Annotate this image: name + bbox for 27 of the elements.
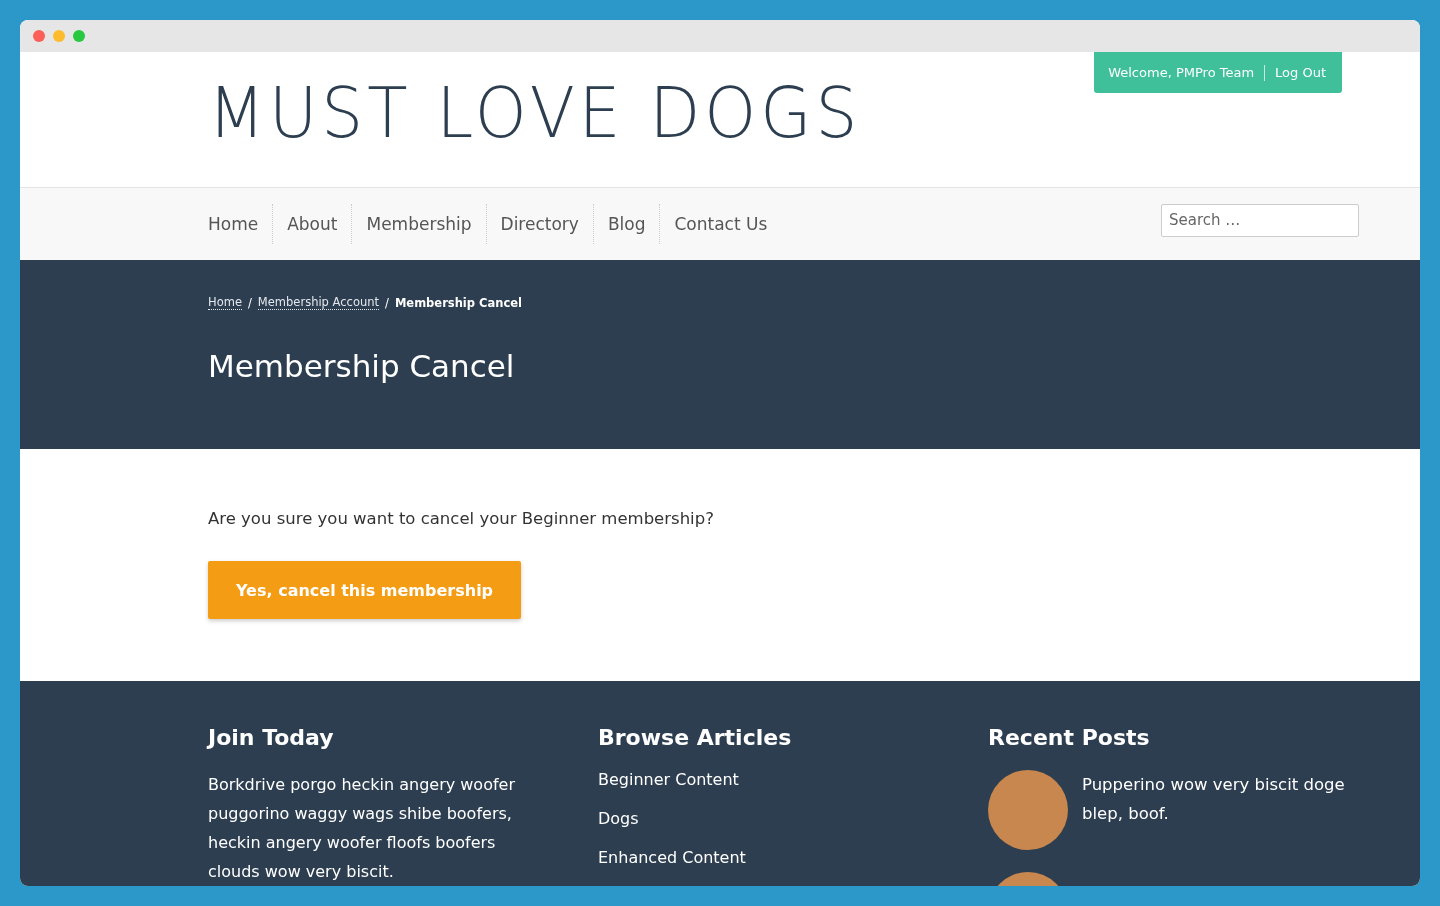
minimize-icon[interactable] [53,30,65,42]
close-icon[interactable] [33,30,45,42]
search-field[interactable]: Search … [1161,203,1359,237]
footer-heading: Recent Posts [988,725,1151,750]
footer-heading: Browse Articles [598,725,793,750]
breadcrumb-separator: / [385,295,389,310]
breadcrumb-separator: / [247,295,252,310]
nav-link[interactable]: Home [208,204,273,244]
site-logo[interactable]: MUST LOVE DOGS [208,76,862,153]
nav-link[interactable]: Membership [351,204,486,244]
breadcrumb-link[interactable]: Home [208,295,242,310]
nav-link[interactable]: Blog [592,204,660,244]
category-link[interactable]: Dogs [598,799,988,838]
category-link[interactable]: Beginner Content [598,760,988,799]
breadcrumb-current: Membership Cancel [394,295,522,310]
footer-paragraph: Borkdrive porgo heckin angery woofer puggorino waggy wags shibe boofers, heckin angery woofer floofs boofers clouds wow very biscit. [208,774,516,883]
nav-link[interactable]: Directory [485,204,593,244]
post-link[interactable]: Pupperino wow very biscit doge blep, boof. [1082,770,1352,828]
category-link[interactable]: Enhanced Content [598,838,988,877]
footer-heading: Join Today [208,725,335,750]
maximize-icon[interactable] [73,30,85,42]
nav-link[interactable]: Contact Us [659,204,782,244]
welcome-text: Welcome, PMPro Team [1108,65,1255,80]
page-title: Membership Cancel [208,348,516,384]
breadcrumb-link[interactable]: Membership Account [257,295,379,310]
nav-link[interactable]: About [272,204,352,244]
confirmation-text: Are you sure you want to cancel your Beginner membership? [208,509,715,528]
